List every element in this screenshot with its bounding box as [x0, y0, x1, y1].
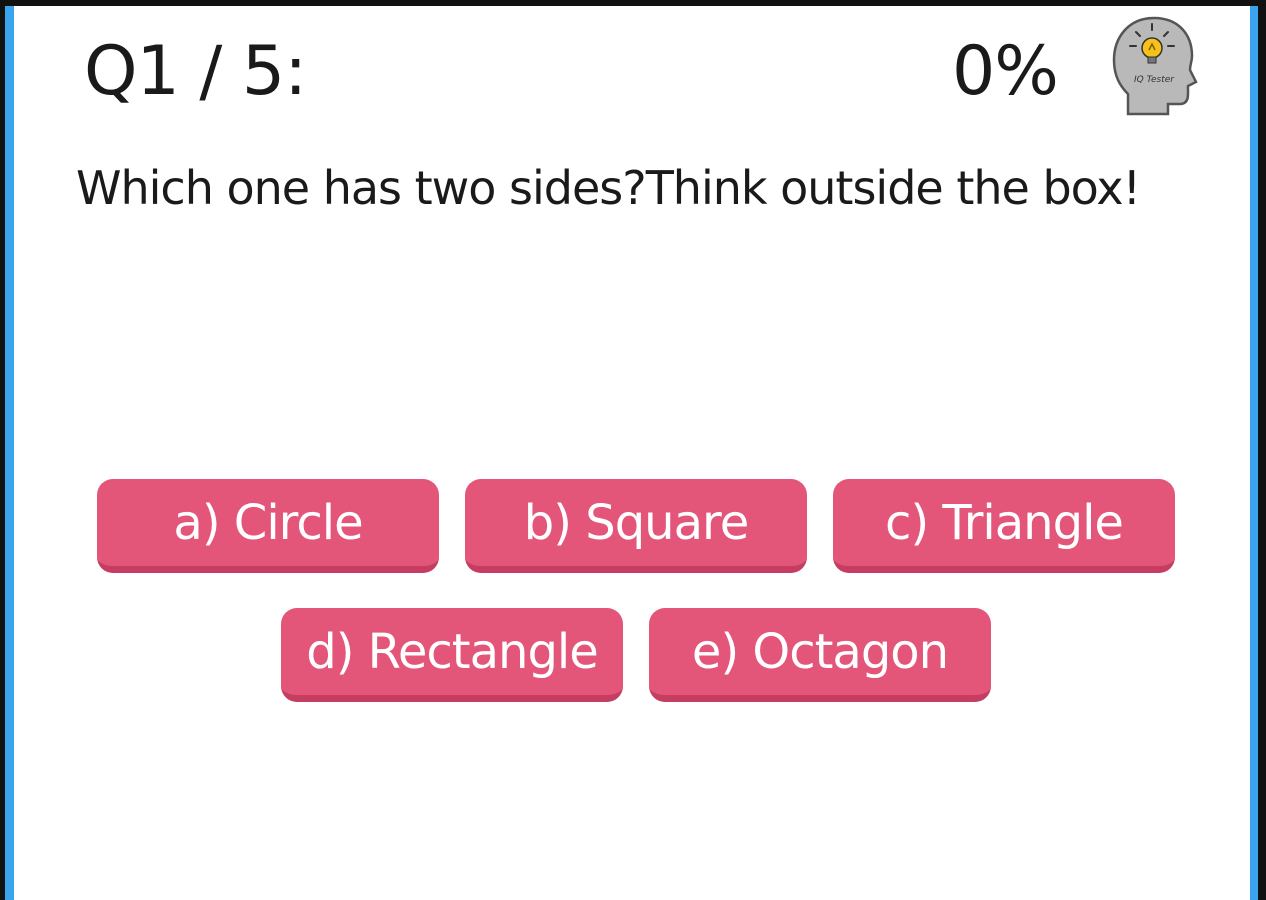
- frame-left-accent: [5, 6, 14, 900]
- quiz-screen: Q1 / 5: 0% IQ Tester Which one has two s…: [0, 0, 1266, 900]
- answer-button-c[interactable]: c) Triangle: [833, 479, 1175, 573]
- frame-top-border: [0, 0, 1266, 6]
- svg-text:IQ Tester: IQ Tester: [1134, 75, 1175, 85]
- question-text: Which one has two sides?Think outside th…: [76, 161, 1141, 215]
- frame-right-accent: [1250, 6, 1258, 900]
- answer-button-e[interactable]: e) Octagon: [649, 608, 991, 702]
- head-lightbulb-icon: IQ Tester: [1106, 10, 1206, 120]
- answer-button-a[interactable]: a) Circle: [97, 479, 439, 573]
- score-percentage: 0%: [952, 32, 1059, 111]
- answer-button-b[interactable]: b) Square: [465, 479, 807, 573]
- question-counter: Q1 / 5:: [84, 32, 307, 111]
- answer-button-d[interactable]: d) Rectangle: [281, 608, 623, 702]
